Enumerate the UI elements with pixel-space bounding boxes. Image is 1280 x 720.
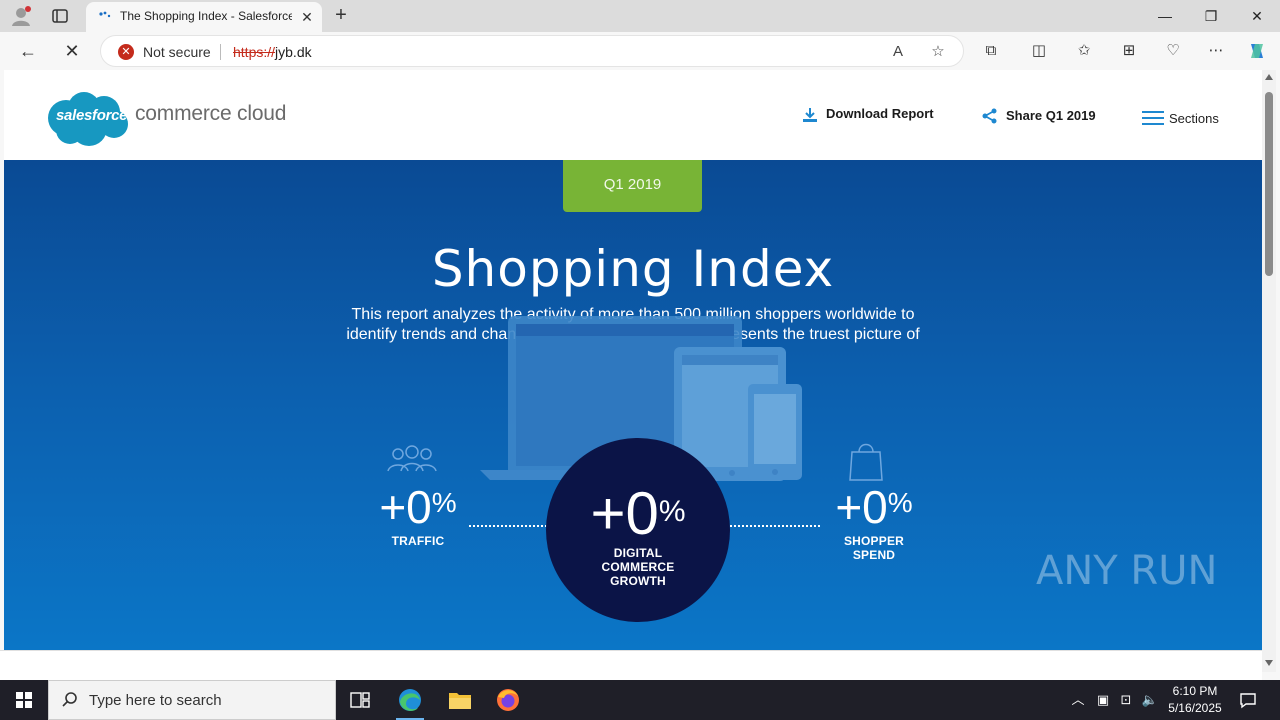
network-icon[interactable]: ⊡ bbox=[1116, 690, 1136, 710]
digital-commerce-growth-stat: +0% DIGITAL COMMERCE GROWTH bbox=[546, 438, 730, 622]
tray-device-icon[interactable]: ▣ bbox=[1093, 690, 1113, 710]
url-scheme: https:// bbox=[233, 44, 276, 60]
share-link[interactable]: Share Q1 2019 bbox=[1006, 108, 1096, 123]
sections-menu-button[interactable]: Sections bbox=[1169, 111, 1219, 126]
growth-percent: % bbox=[658, 495, 686, 528]
tray-overflow-chevron-icon[interactable]: ︿ bbox=[1068, 690, 1088, 710]
tab-close-icon[interactable]: ✕ bbox=[298, 8, 316, 26]
growth-label-line-2: COMMERCE bbox=[601, 560, 675, 574]
browser-window: The Shopping Index - Salesforce Commerce… bbox=[0, 0, 1280, 680]
spend-label: SHOPPER SPEND bbox=[824, 534, 924, 562]
performance-icon[interactable]: ♡ bbox=[1162, 40, 1184, 62]
address-divider bbox=[220, 44, 221, 60]
spend-percent: % bbox=[887, 487, 913, 518]
favorite-star-icon[interactable]: ☆ bbox=[928, 42, 948, 62]
tab-actions-icon[interactable] bbox=[50, 6, 70, 26]
scroll-thumb[interactable] bbox=[1265, 92, 1273, 276]
url-text[interactable]: https://jyb.dk bbox=[233, 44, 312, 60]
growth-label: DIGITAL COMMERCE GROWTH bbox=[546, 546, 730, 588]
page-bottom-edge bbox=[0, 650, 1262, 680]
loading-favicon-icon bbox=[99, 11, 111, 18]
split-screen-icon[interactable]: ◫ bbox=[1028, 40, 1050, 62]
download-icon[interactable] bbox=[801, 106, 819, 124]
volume-icon[interactable]: 🔈 bbox=[1140, 690, 1160, 710]
growth-value: +0% bbox=[546, 484, 730, 544]
growth-label-line-1: DIGITAL bbox=[613, 546, 663, 560]
spend-value: +0% bbox=[824, 484, 924, 530]
address-bar[interactable]: ✕ Not secure https://jyb.dk A ☆ bbox=[100, 35, 964, 67]
not-secure-icon[interactable]: ✕ bbox=[118, 44, 134, 60]
file-explorer-icon[interactable] bbox=[436, 680, 484, 720]
page-scrollbar[interactable] bbox=[1262, 70, 1276, 672]
clock-date: 5/16/2025 bbox=[1168, 701, 1222, 715]
shopper-spend-stat: +0% SHOPPER SPEND bbox=[824, 484, 924, 562]
download-report-link[interactable]: Download Report bbox=[826, 106, 934, 121]
taskbar-search-box[interactable]: Type here to search bbox=[48, 680, 336, 720]
growth-label-line-3: GROWTH bbox=[610, 574, 666, 588]
logo-product-name: commerce cloud bbox=[135, 102, 287, 125]
new-tab-button[interactable]: + bbox=[330, 5, 352, 27]
share-icon[interactable] bbox=[981, 107, 999, 125]
task-view-icon[interactable] bbox=[336, 680, 384, 720]
url-host: jyb.dk bbox=[275, 44, 312, 60]
anyrun-watermark: ANY RUN bbox=[1036, 548, 1217, 594]
back-button[interactable]: ← bbox=[14, 38, 42, 64]
favorites-icon[interactable]: ✩ bbox=[1073, 40, 1095, 62]
taskbar-clock[interactable]: 6:10 PM 5/16/2025 bbox=[1160, 683, 1230, 717]
traffic-percent: % bbox=[431, 487, 457, 518]
tab-strip: The Shopping Index - Salesforce Commerce… bbox=[0, 0, 1280, 32]
restore-button[interactable]: ❐ bbox=[1188, 0, 1234, 32]
traffic-value: +0% bbox=[370, 484, 466, 530]
extensions-icon[interactable]: ⧉ bbox=[980, 40, 1002, 62]
scroll-up-arrow-icon[interactable] bbox=[1265, 74, 1273, 80]
site-header: salesforce commerce cloud Download Repor… bbox=[4, 70, 1262, 160]
scroll-down-arrow-icon[interactable] bbox=[1265, 660, 1273, 666]
collections-icon[interactable]: ⊞ bbox=[1118, 40, 1140, 62]
security-label[interactable]: Not secure bbox=[143, 44, 211, 60]
search-icon bbox=[62, 692, 77, 707]
more-menu-icon[interactable]: ⋯ bbox=[1205, 40, 1227, 62]
spend-label-line-2: SPEND bbox=[852, 548, 896, 562]
watermark-text: ANY RUN bbox=[1036, 548, 1217, 594]
copilot-icon[interactable] bbox=[1246, 40, 1268, 62]
tab-active[interactable]: The Shopping Index - Salesforce Commerce… bbox=[86, 2, 322, 32]
firefox-icon[interactable] bbox=[484, 680, 532, 720]
profile-icon[interactable] bbox=[10, 5, 32, 27]
close-window-button[interactable]: ✕ bbox=[1234, 0, 1280, 32]
clock-time: 6:10 PM bbox=[1172, 684, 1218, 698]
hamburger-menu-icon[interactable] bbox=[1142, 109, 1164, 127]
spend-label-line-1: SHOPPER bbox=[843, 534, 905, 548]
read-aloud-icon[interactable]: A bbox=[888, 42, 908, 62]
traffic-stat: +0% TRAFFIC bbox=[370, 484, 466, 548]
traffic-number: +0 bbox=[379, 481, 432, 533]
tab-title: The Shopping Index - Salesforce Commerce… bbox=[120, 9, 292, 23]
minimize-button[interactable]: — bbox=[1142, 0, 1188, 32]
spend-number: +0 bbox=[835, 481, 888, 533]
stop-loading-button[interactable]: ✕ bbox=[58, 38, 86, 64]
growth-number: +0 bbox=[590, 480, 659, 547]
address-bar-row: ← ✕ ✕ Not secure https://jyb.dk A ☆ ⧉ ◫ … bbox=[0, 32, 1280, 70]
notifications-icon[interactable] bbox=[1238, 690, 1258, 710]
edge-taskbar-icon[interactable] bbox=[386, 680, 434, 720]
windows-taskbar: Type here to search ︿ ▣ ⊡ 🔈 6:10 PM 5/16… bbox=[0, 680, 1280, 720]
windows-start-icon[interactable] bbox=[0, 680, 48, 720]
logo-wordmark[interactable]: salesforce bbox=[56, 107, 128, 124]
search-placeholder: Type here to search bbox=[89, 692, 222, 709]
traffic-label: TRAFFIC bbox=[391, 534, 445, 548]
